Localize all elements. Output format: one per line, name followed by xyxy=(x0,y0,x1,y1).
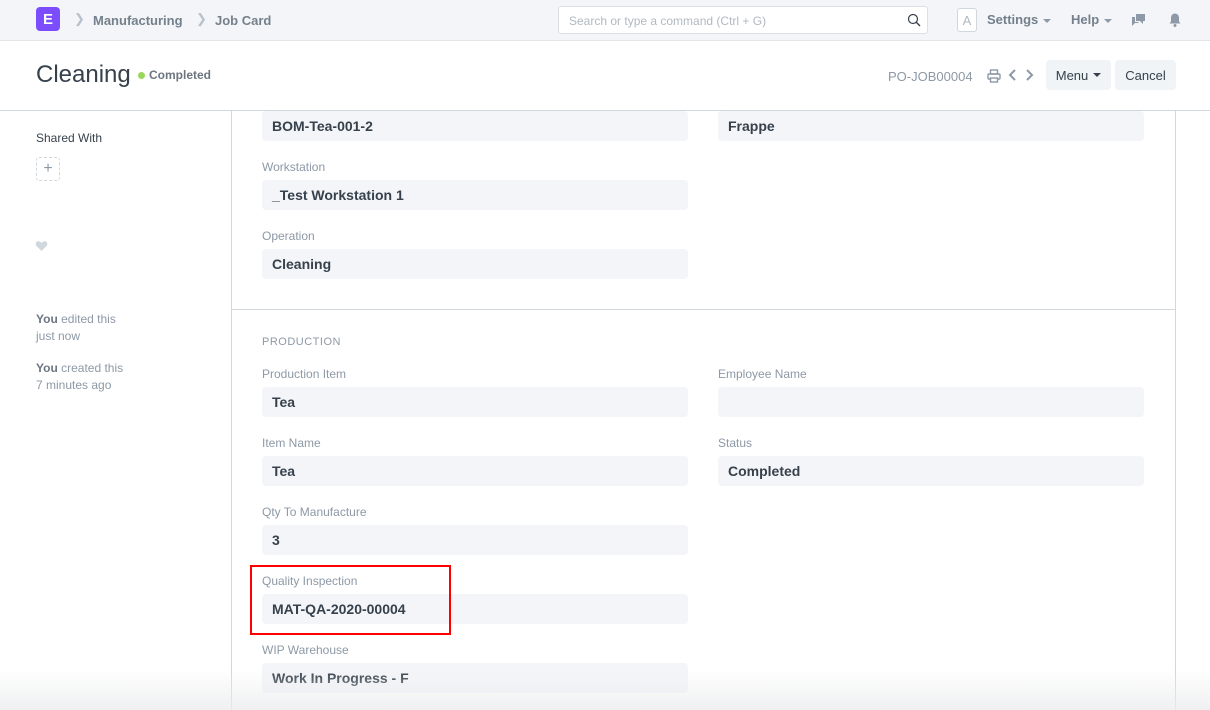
timeline-actor: You xyxy=(36,312,58,326)
app-logo[interactable]: E xyxy=(36,7,60,31)
timeline-item: You edited this just now xyxy=(36,311,116,345)
section-divider xyxy=(232,309,1175,310)
chevron-right-icon: ❯ xyxy=(74,11,85,26)
settings-label: Settings xyxy=(987,12,1039,27)
help-dropdown[interactable]: Help xyxy=(1071,12,1113,27)
search-icon[interactable] xyxy=(907,13,921,27)
workstation-field[interactable]: _Test Workstation 1 xyxy=(262,180,688,210)
navbar: E ❯ Manufacturing ❯ Job Card Search or t… xyxy=(0,0,1210,41)
menu-button[interactable]: Menu xyxy=(1046,60,1111,90)
timeline-actor: You xyxy=(36,361,58,375)
status-badge: Completed xyxy=(149,68,212,82)
search-placeholder: Search or type a command (Ctrl + G) xyxy=(569,14,767,28)
print-icon[interactable] xyxy=(987,69,1001,83)
caret-down-icon xyxy=(1093,73,1102,77)
employee-name-label: Employee Name xyxy=(718,367,807,381)
bell-icon[interactable] xyxy=(1167,12,1183,28)
production-section-heading[interactable]: PRODUCTION xyxy=(262,336,341,348)
item-name-field[interactable]: Tea xyxy=(262,456,688,486)
production-item-field[interactable]: Tea xyxy=(262,387,688,417)
document-name: PO-JOB00004 xyxy=(888,69,973,84)
employee-name-field[interactable] xyxy=(718,387,1144,417)
status-label: Status xyxy=(718,436,753,450)
breadcrumb-job-card[interactable]: Job Card xyxy=(215,13,271,28)
item-name-label: Item Name xyxy=(262,436,321,450)
shared-with-label: Shared With xyxy=(36,131,103,145)
caret-down-icon xyxy=(1043,18,1052,23)
cancel-button[interactable]: Cancel xyxy=(1115,60,1176,90)
production-item-label: Production Item xyxy=(262,367,347,381)
qty-to-manufacture-label: Qty To Manufacture xyxy=(262,505,367,519)
breadcrumb-manufacturing[interactable]: Manufacturing xyxy=(93,13,183,28)
timeline-item: You created this 7 minutes ago xyxy=(36,360,123,394)
status-field[interactable]: Completed xyxy=(718,456,1144,486)
timeline-action: created this xyxy=(57,361,124,375)
qty-to-manufacture-field[interactable]: 3 xyxy=(262,525,688,555)
heart-icon[interactable] xyxy=(35,240,48,252)
page-title: Cleaning xyxy=(36,61,131,88)
help-label: Help xyxy=(1071,12,1100,27)
add-share-button[interactable]: + xyxy=(36,157,60,181)
settings-dropdown[interactable]: Settings xyxy=(987,12,1052,27)
company-field[interactable]: Frappe xyxy=(718,111,1144,141)
timeline-time: 7 minutes ago xyxy=(36,378,112,392)
caret-down-icon xyxy=(1104,18,1113,23)
avatar[interactable]: A xyxy=(957,8,977,32)
highlight-annotation-box xyxy=(250,565,451,635)
chevron-right-icon: ❯ xyxy=(196,11,207,26)
timeline-time: just now xyxy=(36,329,81,343)
status-indicator-dot xyxy=(138,72,145,79)
chat-icon[interactable] xyxy=(1131,12,1147,28)
workstation-label: Workstation xyxy=(262,160,326,174)
operation-field[interactable]: Cleaning xyxy=(262,249,688,279)
operation-label: Operation xyxy=(262,229,315,243)
wip-warehouse-label: WIP Warehouse xyxy=(262,643,349,657)
page-head: Cleaning Completed PO-JOB00004 Menu Canc… xyxy=(0,41,1210,111)
bom-no-field[interactable]: BOM-Tea-001-2 xyxy=(262,111,688,141)
form-layout: BOM-Tea-001-2 Frappe Workstation _Test W… xyxy=(231,110,1176,710)
wip-warehouse-field[interactable]: Work In Progress - F xyxy=(262,663,688,693)
timeline-action: edited this xyxy=(57,312,116,326)
menu-label: Menu xyxy=(1055,67,1089,83)
previous-record-icon[interactable] xyxy=(1008,68,1018,82)
search-input[interactable]: Search or type a command (Ctrl + G) xyxy=(558,6,928,34)
next-record-icon[interactable] xyxy=(1024,68,1034,82)
